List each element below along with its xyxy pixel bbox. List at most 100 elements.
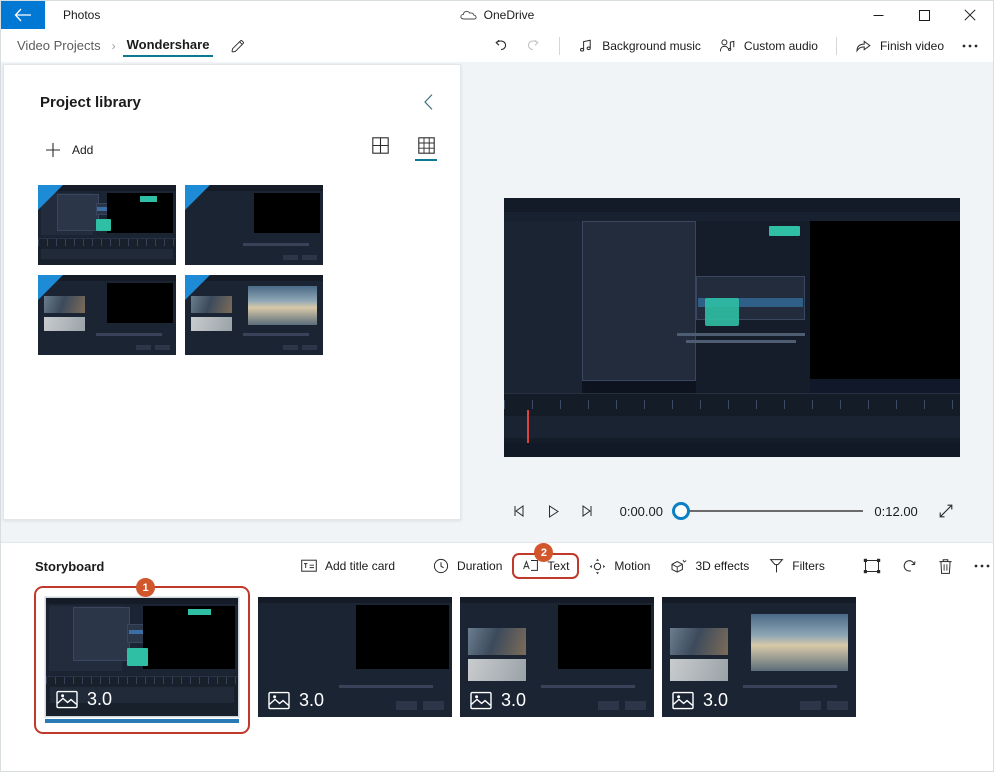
storyboard-card-3-wrapper: 3.0 [460, 597, 654, 717]
grid-small-icon [417, 137, 435, 154]
command-separator-2 [835, 36, 837, 55]
selected-corner-icon [185, 275, 210, 300]
storyboard-card-1-wrapper: 1 3.0 [34, 578, 250, 734]
play-button[interactable] [537, 496, 570, 526]
video-preview-frame[interactable] [504, 198, 960, 457]
grid-small-view-button[interactable] [410, 133, 442, 167]
motion-button[interactable]: Motion [579, 552, 660, 581]
undo-button[interactable] [484, 31, 517, 60]
share-export-icon [856, 39, 871, 53]
text-label: Text [547, 559, 570, 573]
selected-corner-icon [38, 275, 63, 300]
minimize-button[interactable] [855, 1, 901, 29]
library-thumb-4[interactable] [185, 275, 323, 355]
add-media-label: Add [72, 143, 94, 157]
command-separator-1 [559, 36, 561, 55]
previous-frame-button[interactable] [504, 496, 537, 526]
close-button[interactable] [947, 1, 993, 29]
grid-large-icon [371, 137, 389, 154]
image-icon [470, 691, 492, 710]
duration-label: Duration [457, 559, 503, 573]
collapse-library-button[interactable] [416, 89, 442, 115]
filters-icon [769, 559, 784, 573]
undo-icon [495, 39, 507, 51]
motion-label: Motion [614, 559, 651, 573]
project-library-panel: Project library Add [3, 64, 461, 520]
back-arrow-icon [14, 8, 31, 22]
storyboard-more-button[interactable] [963, 557, 994, 575]
text-icon [523, 560, 539, 571]
selected-corner-icon [38, 185, 63, 210]
storyboard-title: Storyboard [35, 558, 105, 574]
close-icon [964, 9, 976, 21]
more-horizontal-icon [974, 564, 990, 568]
background-music-label: Background music [602, 38, 701, 53]
breadcrumb-parent[interactable]: Video Projects [13, 36, 105, 55]
rotate-icon [903, 559, 916, 572]
breadcrumb-separator-icon: › [111, 38, 116, 53]
photos-video-editor-window: Photos OneDrive Video Projects › Wonders… [0, 0, 994, 772]
redo-icon [528, 39, 539, 51]
card-duration-label: 3.0 [87, 689, 113, 709]
rotate-button[interactable] [891, 552, 928, 581]
storyboard-card-4-wrapper: 3.0 [662, 597, 856, 717]
delete-button[interactable] [928, 552, 963, 581]
chevron-left-icon [424, 94, 433, 110]
breadcrumb-current[interactable]: Wondershare [122, 35, 214, 57]
previous-frame-icon [514, 505, 524, 517]
library-thumb-1[interactable] [38, 185, 176, 265]
cloud-icon [460, 10, 477, 20]
maximize-button[interactable] [901, 1, 947, 29]
crop-resize-icon [863, 558, 881, 574]
crop-button[interactable] [853, 552, 891, 580]
custom-audio-label: Custom audio [743, 38, 818, 53]
command-more-button[interactable] [953, 37, 987, 55]
playback-controls: 0:00.00 0:12.00 [504, 496, 960, 526]
custom-audio-button[interactable]: Custom audio [710, 33, 827, 59]
add-title-card-button[interactable]: Add title card [291, 553, 405, 579]
seek-slider[interactable] [672, 501, 864, 521]
image-icon [268, 691, 290, 710]
breadcrumb: Video Projects › Wondershare [1, 35, 246, 57]
redo-button[interactable] [517, 31, 550, 60]
storyboard-card-2-wrapper: 3.0 [258, 597, 452, 717]
card-duration: 3.0 [56, 689, 112, 710]
text-button[interactable]: 2 Text [512, 543, 580, 579]
filters-label: Filters [792, 559, 825, 573]
plus-icon [46, 143, 60, 157]
seek-track [682, 510, 864, 512]
grid-large-view-button[interactable] [364, 133, 396, 167]
three-d-effects-icon [671, 559, 687, 573]
fullscreen-button[interactable] [931, 496, 960, 526]
total-time-label: 0:12.00 [874, 503, 918, 519]
storyboard-card[interactable]: 3.0 [258, 597, 452, 717]
pencil-icon [231, 39, 245, 53]
seek-thumb[interactable] [672, 502, 691, 520]
command-bar: Video Projects › Wondershare Background … [1, 29, 993, 62]
step-badge-1: 1 [136, 578, 155, 597]
music-note-icon [580, 39, 592, 51]
play-icon [548, 504, 559, 518]
storyboard-card[interactable]: 3.0 [662, 597, 856, 717]
storyboard-card[interactable]: 3.0 [45, 597, 239, 717]
add-media-button[interactable]: Add [40, 136, 101, 164]
rename-project-button[interactable] [230, 38, 246, 54]
project-library-toolbar: Add [4, 115, 460, 167]
background-music-button[interactable]: Background music [569, 33, 710, 59]
duration-button[interactable]: Duration [423, 552, 512, 580]
library-thumb-3[interactable] [38, 275, 176, 355]
current-time-label: 0:00.00 [619, 503, 663, 519]
command-bar-actions: Background music Custom audio Finish vid… [484, 29, 987, 62]
card-duration: 3.0 [672, 690, 728, 711]
main-editor-area: Project library Add 0:00.00 0:12.00 [1, 62, 993, 542]
storyboard-card[interactable]: 3.0 [460, 597, 654, 717]
back-button[interactable] [1, 1, 45, 29]
library-thumb-2[interactable] [185, 185, 323, 265]
onedrive-status: OneDrive [1, 1, 993, 29]
filters-button[interactable]: Filters [759, 552, 835, 580]
project-library-header: Project library [4, 65, 460, 115]
finish-video-button[interactable]: Finish video [846, 33, 953, 59]
next-frame-button[interactable] [570, 496, 603, 526]
3d-effects-button[interactable]: 3D effects [660, 552, 759, 581]
expand-fullscreen-icon [939, 504, 952, 518]
